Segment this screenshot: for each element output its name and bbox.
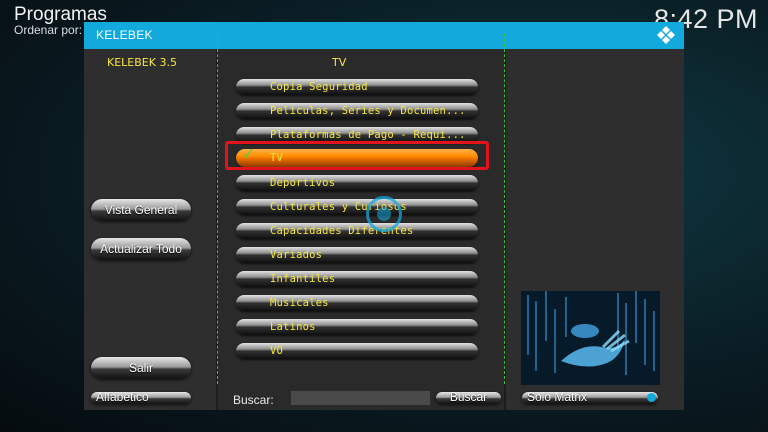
matrix-hand-icon [527, 291, 655, 375]
divider-right [504, 34, 505, 384]
selection-highlight [225, 141, 489, 170]
menu-item-peliculas[interactable]: Peliculas, Series y Documen... [236, 103, 478, 119]
dialog-header: KELEBEK [84, 22, 684, 49]
menu-item-deportivos[interactable]: Deportivos [236, 175, 478, 191]
menu-item-variados[interactable]: Variados [236, 247, 478, 263]
button-label: Solo Matrix [527, 390, 588, 404]
menu-item-vo[interactable]: VO [236, 343, 478, 359]
search-label: Buscar: [233, 393, 274, 407]
menu-item-label: VO [270, 345, 284, 357]
alfabetico-toggle[interactable]: Alfabetico [91, 390, 191, 404]
matrix-preview-image [521, 291, 660, 385]
menu-item-copia-seguridad[interactable]: Copia Seguridad [236, 79, 478, 95]
menu-item-label: Infantiles [270, 273, 336, 285]
button-label: Alfabetico [96, 390, 149, 404]
menu-item-latinos[interactable]: Latinos [236, 319, 478, 335]
search-input[interactable] [291, 391, 430, 405]
menu-item-label: Musicales [270, 297, 329, 309]
menu-item-label: Plataformas de Pago - Requi... [270, 129, 466, 141]
menu-item-label: Deportivos [270, 177, 336, 189]
salir-button[interactable]: Salir [91, 357, 191, 379]
menu-item-label: Peliculas, Series y Documen... [270, 105, 466, 117]
solo-matrix-toggle[interactable]: Solo Matrix [522, 390, 658, 404]
button-label: Vista General [104, 203, 178, 217]
dialog-title: KELEBEK [96, 28, 153, 42]
sort-label: Ordenar por: [14, 23, 83, 37]
toggle-indicator-icon [647, 393, 656, 402]
menu-item-label: Variados [270, 249, 323, 261]
menu-item-label: Latinos [270, 321, 316, 333]
button-label: Buscar [449, 390, 488, 404]
actualizar-todo-button[interactable]: Actualizar Todo [91, 238, 191, 260]
buscar-button[interactable]: Buscar [436, 390, 501, 404]
divider-left [217, 34, 218, 384]
vista-general-button[interactable]: Vista General [91, 199, 191, 221]
menu-item-musicales[interactable]: Musicales [236, 295, 478, 311]
button-label: Salir [128, 361, 153, 375]
menu-item-culturales[interactable]: Culturales y Curiosos [236, 199, 478, 215]
category-header: TV [332, 56, 347, 69]
menu-item-infantiles[interactable]: Infantiles [236, 271, 478, 287]
left-panel [84, 49, 216, 410]
loading-spinner-icon [366, 196, 402, 232]
version-label: KELEBEK 3.5 [107, 56, 177, 69]
button-label: Actualizar Todo [100, 242, 182, 256]
menu-item-label: Copia Seguridad [270, 81, 368, 93]
menu-item-capacidades[interactable]: Capacidades Diferentes [236, 223, 478, 239]
kodi-logo-icon [657, 26, 675, 44]
